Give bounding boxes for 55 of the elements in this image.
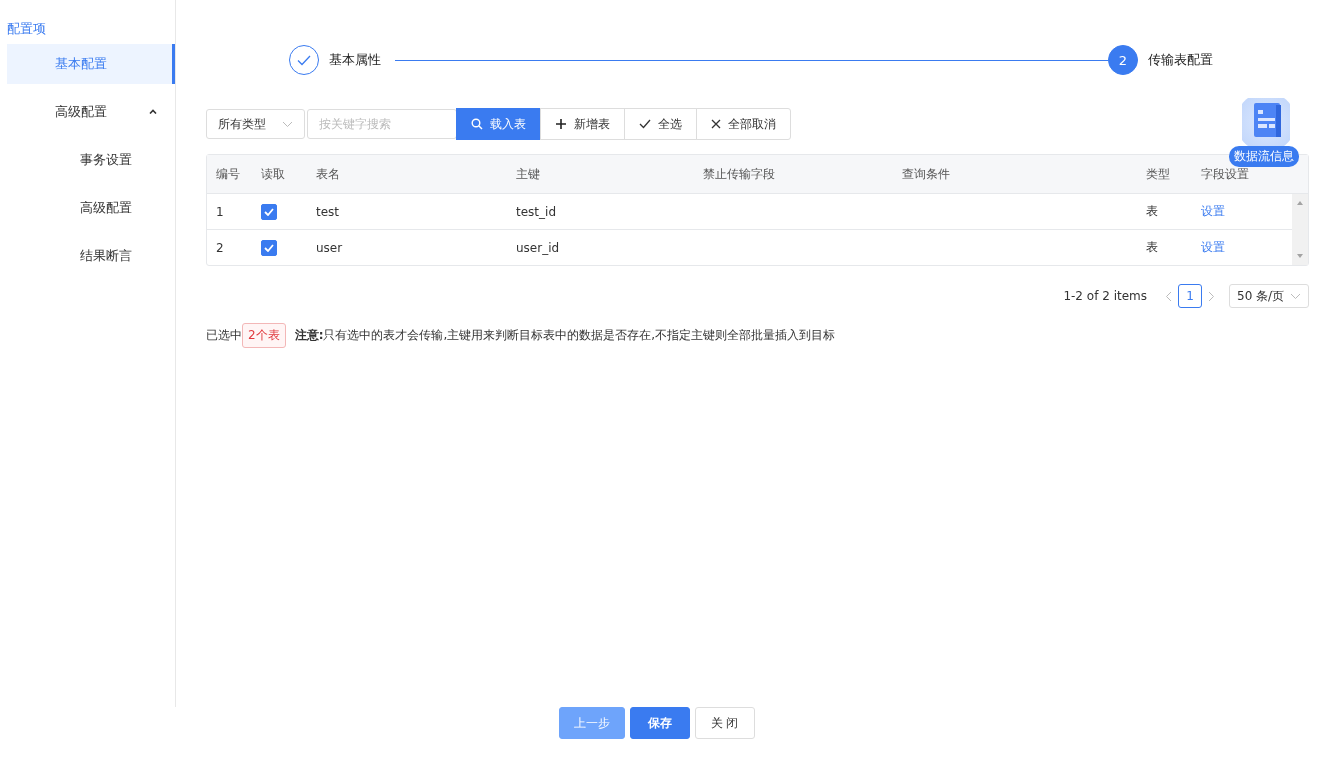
sidebar-item[interactable]: 基本配置 — [7, 44, 175, 84]
toolbar-button[interactable]: 载入表 — [456, 108, 541, 140]
sidebar-item[interactable]: 结果断言 — [7, 236, 175, 276]
table-cell: test_id — [516, 204, 556, 219]
checkbox[interactable] — [261, 203, 277, 220]
column-header: 字段设置 — [1201, 166, 1249, 181]
settings-link[interactable]: 设置 — [1201, 204, 1225, 218]
table-cell: user_id — [516, 240, 560, 255]
toolbar-button[interactable]: 全选 — [624, 108, 697, 140]
table-cell: 表 — [1146, 240, 1158, 254]
table-cell: test — [316, 204, 340, 219]
column-header: 禁止传输字段 — [703, 166, 775, 181]
column-header: 查询条件 — [902, 166, 950, 181]
column-header: 类型 — [1146, 166, 1170, 181]
float-badge[interactable]: 数据流信息 — [1229, 146, 1299, 167]
table-cell: 2 — [216, 240, 224, 255]
close-icon — [711, 119, 721, 129]
selection-count-tag: 2个表 — [242, 323, 286, 348]
column-header: 编号 — [216, 166, 240, 181]
column-header: 主键 — [516, 166, 540, 181]
column-header: 表名 — [316, 166, 340, 181]
check-icon — [264, 207, 274, 216]
table-cell: 表 — [1146, 204, 1158, 218]
check-icon — [264, 243, 274, 252]
footer-button[interactable]: 关 闭 — [694, 707, 755, 739]
sidebar-title: 配置项 — [6, 20, 47, 38]
sidebar-item[interactable]: 高级配置 — [7, 92, 175, 132]
column-header: 读取 — [261, 166, 285, 181]
note-text: 注意:只有选中的表才会传输,主键用来判断目标表中的数据是否存在,不指定主键则全部批量插入到目标 — [294, 327, 836, 344]
toolbar-button[interactable]: 新增表 — [540, 108, 625, 140]
step-number: 2 — [1108, 45, 1138, 75]
page-size-select[interactable]: 50 条/页 — [1229, 284, 1309, 308]
plus-icon — [555, 118, 567, 130]
footer-button[interactable]: 保存 — [629, 707, 690, 739]
step-done-icon — [289, 45, 319, 75]
checkbox[interactable] — [261, 239, 277, 256]
table-cell: user — [316, 240, 343, 255]
caret-up-icon[interactable] — [149, 109, 157, 114]
chevron-down-icon — [1290, 292, 1301, 300]
page-button[interactable]: 1 — [1178, 284, 1202, 308]
chevron-down-icon — [282, 120, 293, 128]
selection-label: 已选中 — [206, 327, 242, 344]
check-icon — [639, 119, 651, 129]
pagination-summary: 1-2 of 2 items — [1063, 289, 1147, 303]
settings-link[interactable]: 设置 — [1201, 240, 1225, 254]
table-cell: 1 — [216, 204, 224, 219]
type-select[interactable]: 所有类型 — [206, 109, 305, 139]
search-field[interactable]: 按关键字搜索 — [307, 109, 457, 139]
step-label: 基本属性 — [329, 51, 381, 69]
sidebar-item[interactable]: 高级配置 — [7, 188, 175, 228]
scrollbar[interactable] — [1292, 194, 1308, 265]
step-label: 传输表配置 — [1148, 51, 1213, 69]
search-icon — [471, 118, 483, 130]
sidebar-item[interactable]: 事务设置 — [7, 140, 175, 180]
toolbar-button[interactable]: 全部取消 — [696, 108, 791, 140]
